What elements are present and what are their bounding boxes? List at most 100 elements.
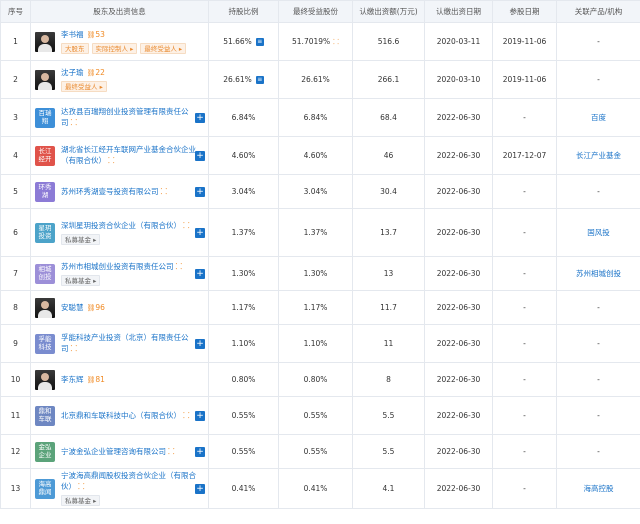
shareholder-tag[interactable]: 大股东 <box>61 42 89 54</box>
boss-score[interactable]: ⛓53 <box>87 30 105 39</box>
related-product-link[interactable]: 海高控股 <box>584 484 614 493</box>
avatar[interactable] <box>35 31 55 52</box>
row-number: 12 <box>0 434 31 469</box>
shareholder-name[interactable]: 宁波金弘企业管理咨询有限公司 <box>61 447 166 456</box>
boss-score[interactable]: ⛓22 <box>87 68 105 77</box>
holding-ratio-cell: 0.55% <box>208 434 279 469</box>
company-logo[interactable]: 环秀 湖 <box>35 181 55 202</box>
expand-plus-button[interactable]: + <box>195 268 205 279</box>
company-logo[interactable]: 海高 鼎闻 <box>35 478 55 499</box>
shareholder-table: 序号 股东及出资信息 持股比例 最终受益股份 认缴出资额(万元) 认缴出资日期 … <box>0 0 640 509</box>
equity-tree-icon[interactable]: ⸬ <box>176 262 183 271</box>
expand-plus-button[interactable]: + <box>195 446 205 457</box>
ratio-detail-icon[interactable]: ≡ <box>255 76 264 84</box>
company-logo[interactable]: 相城 创投 <box>35 263 55 284</box>
shareholder-info-cell: 孚能 科技 孚能科技产业投资（北京）有限责任公司 ⸬ + <box>30 324 209 363</box>
shareholder-name[interactable]: 安聪慧 <box>61 303 84 312</box>
shareholder-tag[interactable]: 最终受益人 ▸ <box>140 42 187 54</box>
benefit-path-icon[interactable]: ⸬ <box>333 38 339 46</box>
join-date: - <box>492 396 557 435</box>
shareholder-name[interactable]: 李书福 <box>61 30 84 39</box>
holding-ratio-cell: 1.30% <box>208 256 279 291</box>
subscribed-amount: 11 <box>352 324 425 363</box>
expand-plus-button[interactable]: + <box>195 150 205 161</box>
table-row: 5 环秀 湖苏州环秀湖壹号投资有限公司 ⸬ +3.04% 3.04% 30.4 2022-0… <box>0 174 640 209</box>
related-product-cell: 海高控股 <box>556 468 640 509</box>
avatar[interactable] <box>35 69 55 90</box>
final-benefit: 51.7019% <box>292 36 331 46</box>
related-product: - <box>597 37 600 46</box>
related-product-link[interactable]: 长江产业基金 <box>576 151 621 160</box>
equity-tree-icon[interactable]: ⸬ <box>108 156 115 165</box>
header-cell: 认缴出资额(万元) <box>352 0 425 23</box>
subscribed-date: 2022-06-30 <box>424 136 493 175</box>
expand-plus-button[interactable]: + <box>195 227 205 238</box>
shareholder-tag[interactable]: 私募基金 ▸ <box>61 495 101 506</box>
equity-tree-icon[interactable]: ⸬ <box>168 447 175 456</box>
subscribed-date: 2022-06-30 <box>424 396 493 435</box>
company-logo[interactable]: 鼎和 车联 <box>35 405 55 426</box>
related-product: - <box>597 411 600 420</box>
final-benefit-cell: 51.7019% ⸬ <box>278 22 353 61</box>
row-number: 6 <box>0 208 31 257</box>
equity-tree-icon[interactable]: ⸬ <box>183 221 190 230</box>
row-number: 1 <box>0 22 31 61</box>
shareholder-tag[interactable]: 私募基金 ▸ <box>61 234 101 245</box>
shareholder-tag[interactable]: 私募基金 ▸ <box>61 275 101 286</box>
shareholder-name[interactable]: 达孜县百瑞翔创业投资管理有限责任公司 <box>61 107 189 127</box>
equity-tree-icon[interactable]: ⸬ <box>71 118 78 127</box>
subscribed-date: 2022-06-30 <box>424 324 493 363</box>
expand-plus-button[interactable]: + <box>195 483 205 494</box>
company-logo[interactable]: 孚能 科技 <box>35 333 55 354</box>
ratio-detail-icon[interactable]: ≡ <box>255 38 264 46</box>
related-product-link[interactable]: 苏州相城创投 <box>576 269 621 278</box>
boss-score[interactable]: ⛓96 <box>87 303 105 312</box>
header-cell: 持股比例 <box>208 0 279 23</box>
subscribed-amount: 13 <box>352 256 425 291</box>
table-row: 3 百瑞翔 达孜县百瑞翔创业投资管理有限责任公司 ⸬ +6.84% 6.84% 68.4 20… <box>0 98 640 137</box>
shareholder-name[interactable]: 苏州环秀湖壹号投资有限公司 <box>61 187 159 196</box>
shareholder-name[interactable]: 北京鼎和车联科技中心（有限合伙） <box>61 411 181 420</box>
shareholder-name[interactable]: 孚能科技产业投资（北京）有限责任公司 <box>61 333 189 353</box>
shareholder-tag[interactable]: 最终受益人 ▸ <box>61 80 107 92</box>
boss-score[interactable]: ⛓81 <box>87 375 105 384</box>
final-benefit: 0.80% <box>303 375 328 384</box>
expand-plus-button[interactable]: + <box>195 112 205 123</box>
shareholder-info-cell: 环秀 湖苏州环秀湖壹号投资有限公司 ⸬ + <box>30 174 209 209</box>
holding-ratio-cell: 6.84% <box>208 98 279 137</box>
expand-plus-button[interactable]: + <box>195 186 205 197</box>
shareholder-name[interactable]: 沈子瑜 <box>61 68 84 77</box>
shareholder-name[interactable]: 苏州市相城创业投资有限责任公司 <box>61 262 174 271</box>
avatar[interactable] <box>35 297 55 318</box>
shareholder-name[interactable]: 李东辉 <box>61 375 84 384</box>
company-logo[interactable]: 长江 经开 <box>35 145 55 166</box>
row-number: 11 <box>0 396 31 435</box>
shareholder-name[interactable]: 湖北省长江经开车联网产业基金合伙企业（有限合伙） <box>61 145 196 165</box>
equity-tree-icon[interactable]: ⸬ <box>183 411 190 420</box>
equity-tree-icon[interactable]: ⸬ <box>78 482 85 491</box>
header-cell: 最终受益股份 <box>278 0 353 23</box>
shareholder-name[interactable]: 深圳星玥投资合伙企业（有限合伙） <box>61 221 181 230</box>
join-date: 2019-11-06 <box>492 60 557 99</box>
related-product-cell: - <box>556 290 640 325</box>
row-number: 7 <box>0 256 31 291</box>
final-benefit-cell: 3.04% <box>278 174 353 209</box>
company-logo[interactable]: 金弘 企业 <box>35 441 55 462</box>
company-logo[interactable]: 百瑞翔 <box>35 107 55 128</box>
company-logo[interactable]: 星玥 投资 <box>35 222 55 243</box>
avatar[interactable] <box>35 369 55 390</box>
shareholder-info-cell: 金弘 企业 宁波金弘企业管理咨询有限公司 ⸬ + <box>30 434 209 469</box>
final-benefit-cell: 1.10% <box>278 324 353 363</box>
equity-tree-icon[interactable]: ⸬ <box>71 344 78 353</box>
shareholder-tag[interactable]: 实际控制人 ▸ <box>91 42 138 54</box>
equity-tree-icon[interactable]: ⸬ <box>161 187 168 196</box>
related-product-link[interactable]: 国风投 <box>587 228 610 237</box>
holding-ratio: 51.66% <box>223 37 252 46</box>
expand-plus-button[interactable]: + <box>195 410 205 421</box>
holding-ratio: 1.37% <box>231 228 256 237</box>
holding-ratio: 0.55% <box>231 411 256 420</box>
subscribed-date: 2022-06-30 <box>424 434 493 469</box>
expand-plus-button[interactable]: + <box>195 338 205 349</box>
related-product-link[interactable]: 百度 <box>591 113 606 122</box>
final-benefit: 1.10% <box>303 339 328 348</box>
